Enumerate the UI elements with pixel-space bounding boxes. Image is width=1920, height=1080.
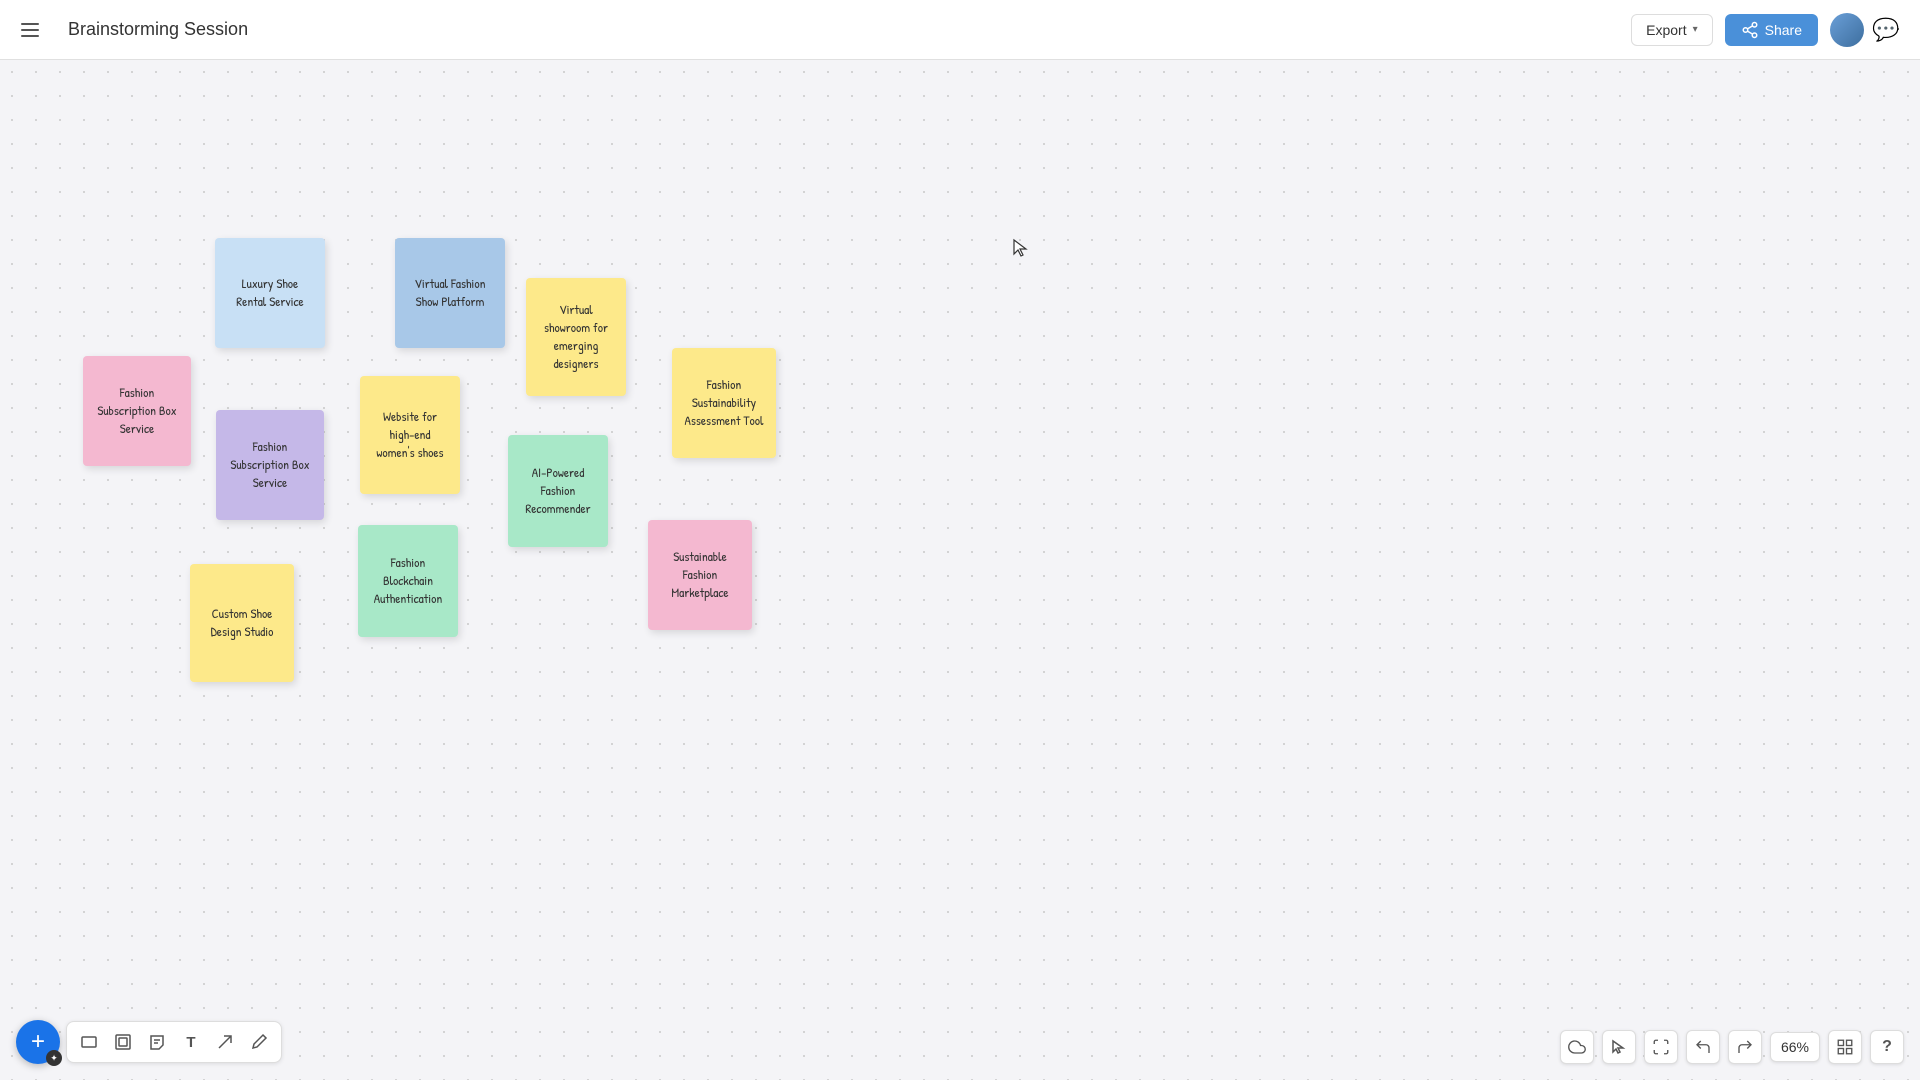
tool-text[interactable]: T [175,1026,207,1058]
help-icon: ? [1882,1038,1892,1056]
grid-button[interactable] [1828,1030,1862,1064]
fit-icon [1652,1038,1670,1056]
chat-icon: 💬 [1872,17,1899,43]
pen-icon [250,1033,268,1051]
bottom-toolbar: + ✦ T [16,1020,282,1064]
header: Export ▾ Share ⋯ [0,0,1920,60]
export-label: Export [1646,22,1686,38]
sticky-note[interactable]: Fashion Sustainability Assessment Tool [672,348,776,458]
pointer-icon [1611,1039,1627,1055]
sticky-note[interactable]: Sustainable Fashion Marketplace [648,520,752,630]
document-title-input[interactable] [60,15,308,44]
add-icon: + [31,1028,45,1056]
cursor [1012,238,1032,258]
redo-icon [1736,1038,1754,1056]
zoom-level: 66% [1770,1032,1820,1062]
text-tool-icon: T [186,1034,195,1051]
fit-screen-button[interactable] [1644,1030,1678,1064]
grid-icon [1836,1038,1854,1056]
sticky-note[interactable]: Fashion Subscription Box Service [83,356,191,466]
sticky-icon [148,1033,166,1051]
arrow-icon [216,1033,234,1051]
avatar[interactable] [1830,13,1864,47]
sticky-note[interactable]: Virtual Fashion Show Platform [395,238,505,348]
canvas-area[interactable]: Luxury Shoe Rental Service Virtual Fashio… [0,60,1920,1080]
add-badge: ✦ [46,1050,62,1066]
sticky-note[interactable]: AI-Powered Fashion Recommender [508,435,608,547]
export-button[interactable]: Export ▾ [1631,14,1713,46]
sticky-note[interactable]: Website for high-end women's shoes [360,376,460,494]
tool-sticky[interactable] [141,1026,173,1058]
chevron-down-icon: ▾ [1693,24,1698,35]
sticky-note[interactable]: Luxury Shoe Rental Service [215,238,325,348]
cloud-button[interactable] [1560,1030,1594,1064]
undo-button[interactable] [1686,1030,1720,1064]
bottom-right-controls: 66% ? [1560,1030,1904,1064]
sticky-note[interactable]: Custom Shoe Design Studio [190,564,294,682]
chat-button[interactable]: 💬 [1868,12,1904,48]
sticky-note[interactable]: Fashion Subscription Box Service [216,410,324,520]
share-button[interactable]: Share [1725,14,1818,46]
menu-button[interactable] [12,12,48,48]
frame-icon [114,1033,132,1051]
hamburger-icon [21,23,39,37]
share-icon [1741,21,1759,39]
tool-frame[interactable] [107,1026,139,1058]
add-button[interactable]: + ✦ [16,1020,60,1064]
tool-rectangle[interactable] [73,1026,105,1058]
share-label: Share [1765,22,1802,38]
pointer-button[interactable] [1602,1030,1636,1064]
help-button[interactable]: ? [1870,1030,1904,1064]
tool-arrow[interactable] [209,1026,241,1058]
redo-button[interactable] [1728,1030,1762,1064]
undo-icon [1694,1038,1712,1056]
tool-pen[interactable] [243,1026,275,1058]
cloud-icon [1568,1038,1586,1056]
tool-group: T [66,1021,282,1063]
rectangle-icon [80,1033,98,1051]
sticky-note[interactable]: Fashion Blockchain Authentication [358,525,458,637]
sticky-note[interactable]: Virtual showroom for emerging designers [526,278,626,396]
